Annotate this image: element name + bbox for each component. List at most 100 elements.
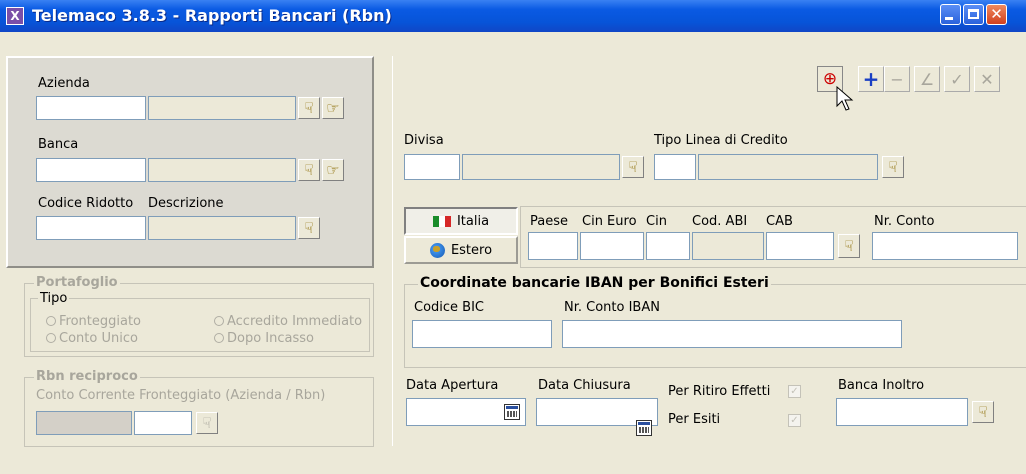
descrizione-field [148, 216, 296, 240]
tipo-linea-lookup-button[interactable]: ☟ [882, 156, 904, 178]
portafoglio-title: Portafoglio [34, 275, 120, 290]
nr-conto-label: Nr. Conto [874, 214, 935, 229]
azienda-lookup-button[interactable]: ☟ [298, 97, 320, 119]
tipo-linea-description-field [698, 154, 878, 180]
azienda-open-button[interactable]: ☞ [322, 97, 344, 119]
plus-icon: + [862, 67, 880, 91]
magnifier-icon: ⊕ [822, 69, 838, 89]
mouse-cursor-icon [836, 86, 854, 111]
minimize-button[interactable] [940, 4, 961, 25]
radio-dopo-incasso[interactable]: Dopo Incasso [214, 331, 314, 346]
italy-flag-icon [432, 215, 451, 227]
pointing-hand-icon: ☟ [202, 414, 212, 432]
edit-icon: ∠ [919, 69, 935, 89]
cod-abi-field [692, 232, 764, 260]
nr-conto-input[interactable] [872, 232, 1018, 260]
edit-button[interactable]: ∠ [914, 66, 940, 92]
checkmark-icon: ✓ [790, 386, 799, 397]
data-apertura-label: Data Apertura [406, 378, 499, 393]
data-chiusura-label: Data Chiusura [538, 378, 631, 393]
calendar-icon[interactable] [504, 404, 520, 420]
pointing-hand-icon: ☟ [628, 157, 638, 176]
banca-inoltro-label: Banca Inoltro [838, 378, 925, 393]
per-ritiro-effetti-label: Per Ritiro Effetti [668, 384, 771, 399]
codice-bic-input[interactable] [412, 320, 552, 348]
close-button[interactable]: ✕ [986, 4, 1007, 25]
conto-lookup-button: ☟ [196, 412, 218, 434]
radio-circle-icon [46, 333, 56, 343]
codice-ridotto-label: Codice Ridotto [38, 196, 134, 211]
globe-icon [429, 242, 445, 258]
cab-input[interactable] [766, 232, 834, 260]
banca-label: Banca [38, 137, 79, 152]
minus-icon: − [890, 69, 904, 89]
nr-conto-iban-input[interactable] [562, 320, 902, 348]
per-esiti-checkbox[interactable]: ✓ [788, 414, 801, 427]
add-button[interactable]: + [858, 66, 884, 92]
app-icon[interactable]: X [6, 7, 24, 25]
per-esiti-label: Per Esiti [668, 412, 721, 427]
codice-lookup-button[interactable]: ☟ [298, 217, 320, 239]
cab-lookup-button[interactable]: ☟ [838, 234, 860, 258]
rbn-reciproco-title: Rbn reciproco [34, 369, 140, 384]
banca-code-input[interactable] [36, 158, 146, 182]
radio-circle-icon [46, 316, 56, 326]
pointing-hand-icon: ☟ [978, 402, 988, 421]
close-icon: ✕ [990, 5, 1003, 23]
per-ritiro-effetti-checkbox[interactable]: ✓ [788, 385, 801, 398]
radio-conto-unico[interactable]: Conto Unico [46, 331, 138, 346]
banca-inoltro-lookup-button[interactable]: ☟ [972, 401, 994, 423]
tipo-linea-code-input[interactable] [654, 154, 696, 180]
calendar-icon[interactable] [636, 420, 652, 436]
pointing-hand-icon: ☟ [304, 160, 314, 179]
radio-circle-icon [214, 316, 224, 326]
radio-label: Accredito Immediato [227, 314, 363, 329]
banca-open-button[interactable]: ☞ [322, 159, 344, 181]
conto-rbn-field [134, 411, 192, 435]
paese-input[interactable] [528, 232, 578, 260]
radio-label: Fronteggiato [59, 314, 142, 329]
italia-tab-label: Italia [456, 213, 490, 229]
radio-fronteggiato[interactable]: Fronteggiato [46, 314, 141, 329]
x-icon: ✕ [980, 69, 994, 89]
cin-euro-input[interactable] [580, 232, 644, 260]
check-icon: ✓ [950, 69, 964, 89]
codice-ridotto-input[interactable] [36, 216, 146, 240]
cancel-button[interactable]: ✕ [974, 66, 1000, 92]
estero-tab-label: Estero [450, 242, 493, 258]
checkmark-icon: ✓ [790, 415, 799, 426]
radio-accredito-immediato[interactable]: Accredito Immediato [214, 314, 362, 329]
pointing-hand-icon: ☟ [844, 236, 854, 255]
confirm-button[interactable]: ✓ [944, 66, 970, 92]
tipo-title: Tipo [38, 291, 70, 306]
divisa-description-field [462, 154, 620, 180]
italia-tab[interactable]: Italia [404, 207, 518, 235]
pointing-hand-icon: ☟ [304, 98, 314, 117]
radio-label: Dopo Incasso [227, 331, 314, 346]
conto-azienda-field [36, 411, 132, 435]
azienda-name-field [148, 96, 296, 120]
banca-inoltro-input[interactable] [836, 398, 968, 426]
paese-label: Paese [530, 214, 568, 229]
hand-open-icon: ☞ [326, 160, 340, 179]
nr-conto-iban-label: Nr. Conto IBAN [564, 300, 660, 315]
cin-label: Cin [646, 214, 667, 229]
azienda-label: Azienda [38, 76, 90, 91]
banca-lookup-button[interactable]: ☟ [298, 159, 320, 181]
estero-tab[interactable]: Estero [404, 236, 518, 264]
pointing-hand-icon: ☟ [304, 218, 314, 237]
cab-label: CAB [766, 214, 793, 229]
cod-abi-label: Cod. ABI [692, 214, 748, 229]
remove-button[interactable]: − [884, 66, 910, 92]
cin-euro-label: Cin Euro [582, 214, 637, 229]
hand-open-icon: ☞ [326, 98, 340, 117]
divisa-code-input[interactable] [404, 154, 460, 180]
cin-input[interactable] [646, 232, 690, 260]
divisa-lookup-button[interactable]: ☟ [622, 156, 644, 178]
iban-section-title: Coordinate bancarie IBAN per Bonifici Es… [418, 275, 771, 291]
conto-fronteggiato-label: Conto Corrente Fronteggiato (Azienda / R… [36, 388, 326, 403]
radio-circle-icon [214, 333, 224, 343]
radio-label: Conto Unico [59, 331, 138, 346]
maximize-button[interactable] [963, 4, 984, 25]
azienda-code-input[interactable] [36, 96, 146, 120]
